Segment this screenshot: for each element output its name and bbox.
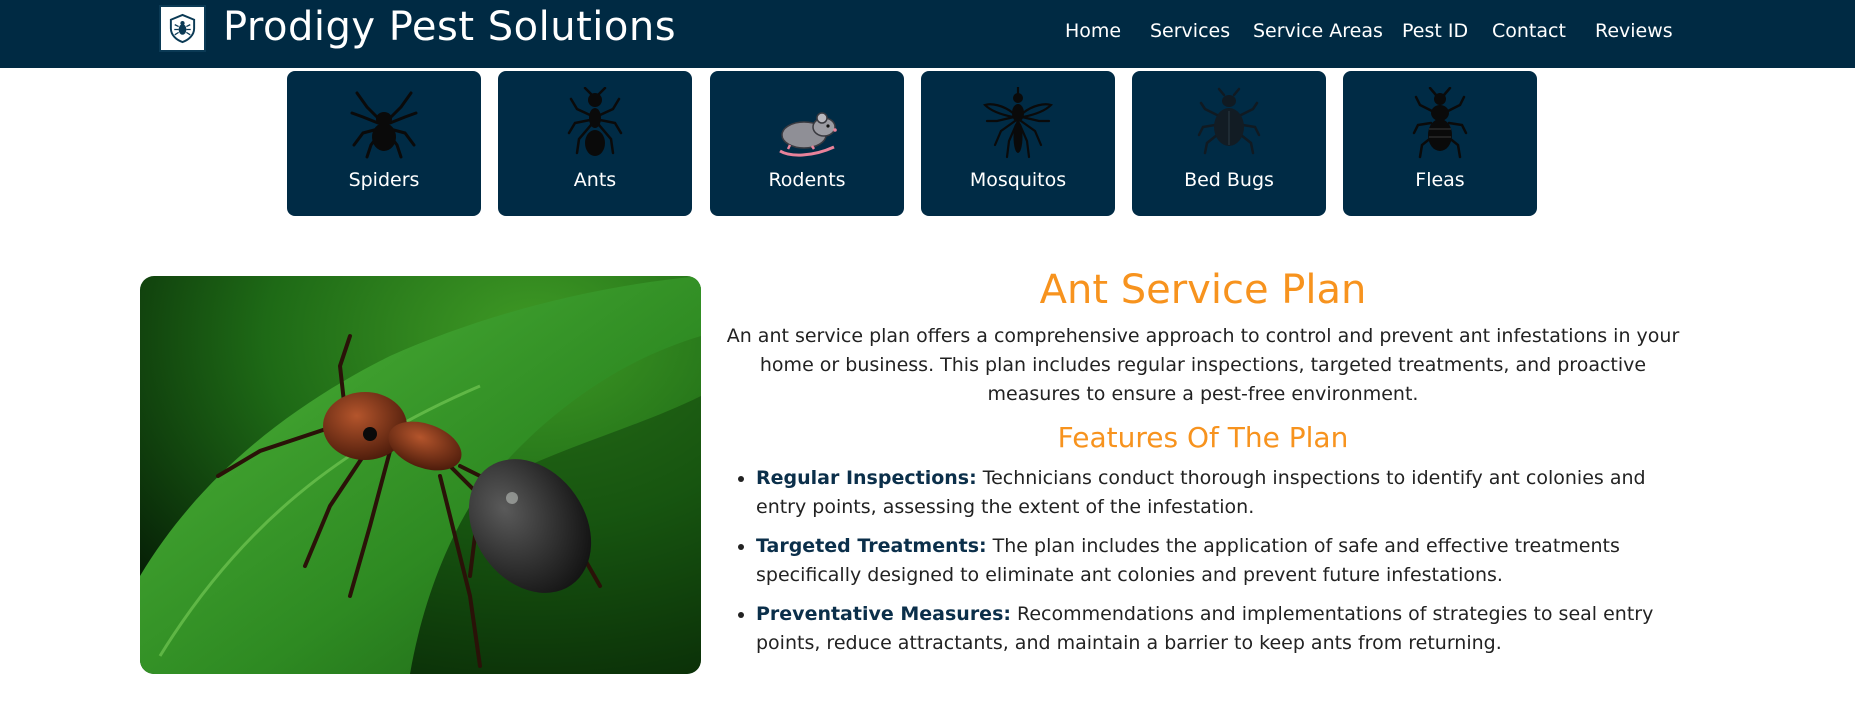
pest-card-bed-bugs[interactable]: Bed Bugs [1132, 71, 1326, 216]
list-item: Targeted Treatments: The plan includes t… [756, 532, 1686, 590]
nav-service-areas[interactable]: Service Areas [1253, 20, 1383, 42]
ant-icon [567, 87, 623, 156]
brand-name[interactable]: Prodigy Pest Solutions [223, 4, 676, 50]
service-plan-content: Ant Service Plan An ant service plan off… [720, 262, 1686, 668]
top-navbar: Prodigy Pest Solutions Home Services Ser… [0, 0, 1855, 68]
nav-services[interactable]: Services [1150, 20, 1230, 42]
logo[interactable] [159, 5, 206, 52]
pest-label: Mosquitos [969, 169, 1067, 191]
rodent-icon [779, 112, 837, 157]
mosquito-icon [983, 87, 1053, 159]
feature-title: Preventative Measures: [756, 603, 1011, 625]
list-item: Regular Inspections: Technicians conduct… [756, 464, 1686, 522]
pest-card-ants[interactable]: Ants [498, 71, 692, 216]
list-item: Preventative Measures: Recommendations a… [756, 600, 1686, 658]
flea-icon [1412, 87, 1468, 159]
features-title: Features Of The Plan [1057, 421, 1349, 454]
nav-contact[interactable]: Contact [1492, 20, 1566, 42]
features-list: Regular Inspections: Technicians conduct… [720, 464, 1686, 658]
nav-reviews[interactable]: Reviews [1595, 20, 1673, 42]
pest-label: Spiders [348, 169, 420, 191]
nav-home[interactable]: Home [1065, 20, 1121, 42]
plan-title: Ant Service Plan [1039, 267, 1367, 313]
pest-label: Bed Bugs [1184, 169, 1274, 191]
pest-card-rodents[interactable]: Rodents [710, 71, 904, 216]
pest-label: Rodents [768, 169, 846, 191]
pest-card-fleas[interactable]: Fleas [1343, 71, 1537, 216]
ant-photo [140, 276, 701, 674]
plan-intro: An ant service plan offers a comprehensi… [726, 325, 1680, 405]
pest-card-mosquitos[interactable]: Mosquitos [921, 71, 1115, 216]
ant-image [140, 276, 701, 674]
pest-label: Ants [573, 169, 617, 191]
pest-label: Fleas [1415, 169, 1465, 191]
feature-title: Targeted Treatments: [756, 535, 987, 557]
spider-icon [350, 91, 418, 159]
feature-title: Regular Inspections: [756, 467, 977, 489]
bed-bug-icon [1197, 87, 1261, 155]
pest-card-spiders[interactable]: Spiders [287, 71, 481, 216]
nav-pest-id[interactable]: Pest ID [1402, 20, 1468, 42]
bug-shield-icon [169, 13, 196, 44]
